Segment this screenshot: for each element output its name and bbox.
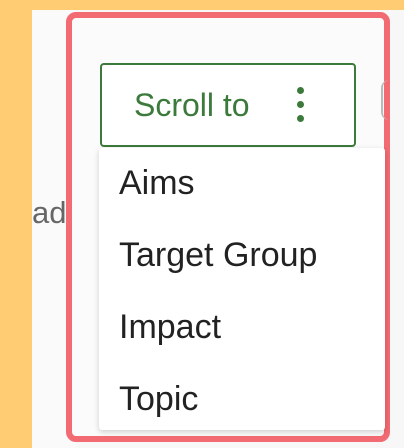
kebab-vertical-icon — [296, 85, 304, 125]
screenshot-stage: ad th Scroll to Aims Target Group Impact… — [0, 0, 404, 448]
menu-item-target-group[interactable]: Target Group — [119, 236, 317, 275]
scroll-to-label: Scroll to — [134, 86, 250, 123]
scroll-to-menu: Aims Target Group Impact Topic — [99, 148, 385, 430]
scroll-to-button[interactable]: Scroll to — [100, 63, 356, 147]
adjacent-button-edge — [381, 80, 389, 120]
menu-item-aims[interactable]: Aims — [119, 164, 195, 203]
menu-item-impact[interactable]: Impact — [119, 308, 221, 347]
menu-item-topic[interactable]: Topic — [119, 380, 198, 419]
